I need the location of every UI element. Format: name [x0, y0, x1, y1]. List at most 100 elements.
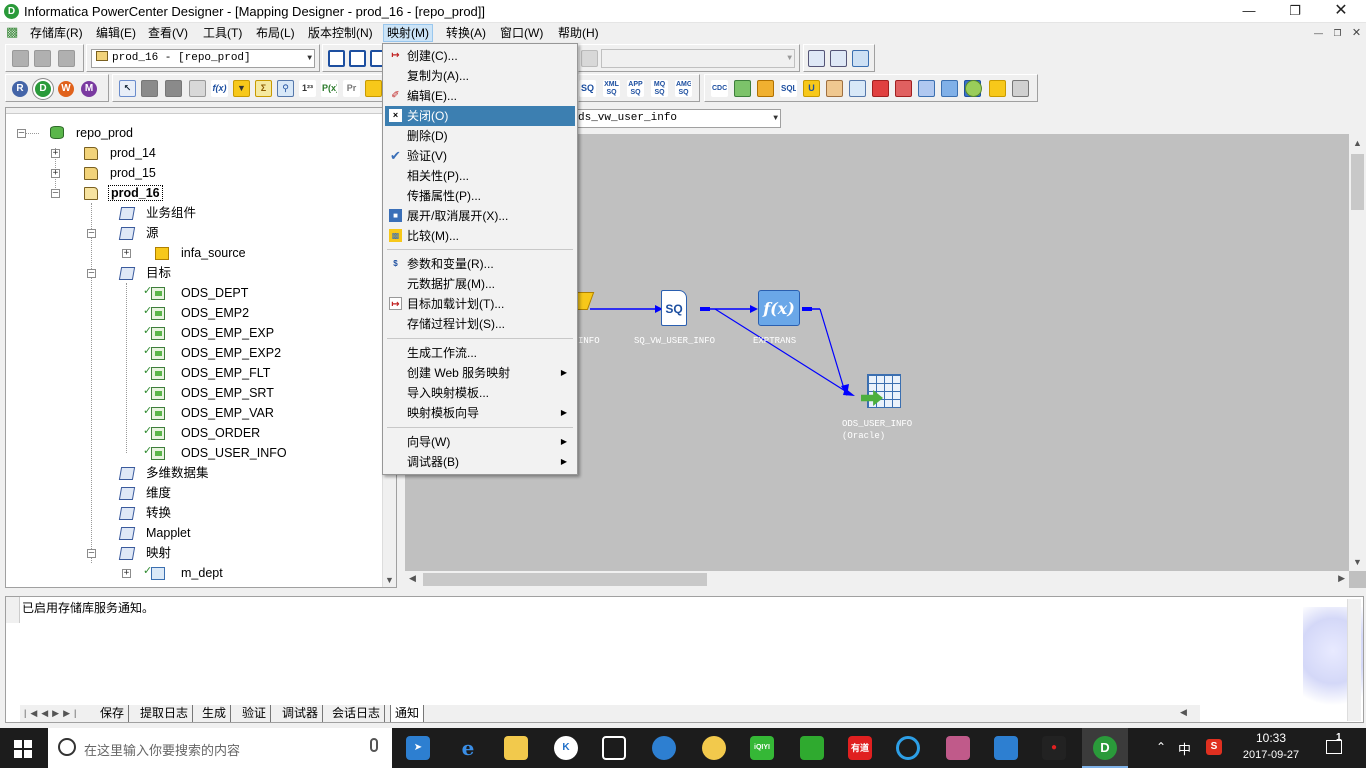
lookup-icon[interactable]: ⚲ — [277, 80, 294, 97]
menu-item-expand[interactable]: ■ 展开/取消展开(X)... — [385, 206, 575, 226]
expand-icon[interactable]: + — [122, 249, 131, 258]
close-window-button[interactable]: ✕ — [1318, 0, 1364, 23]
taskbar-active-app[interactable]: D — [1082, 728, 1128, 768]
clock-time[interactable]: 10:33 — [1240, 731, 1302, 745]
app-q-icon[interactable] — [896, 736, 920, 760]
app-feishu-icon[interactable]: ➤ — [406, 736, 430, 760]
scroll-left-icon[interactable]: ◀ — [1180, 707, 1187, 718]
menu-view[interactable]: 查看(V) — [145, 24, 191, 42]
menu-item-parameters[interactable]: $ 参数和变量(R)... — [385, 254, 575, 274]
expression-node-icon[interactable]: f(x) — [758, 290, 800, 326]
custom-transform-icon[interactable] — [757, 80, 774, 97]
menu-item-delete[interactable]: 删除(D) — [385, 126, 575, 146]
mapping-combo[interactable]: ds_vw_user_info ▼ — [575, 109, 781, 128]
toggle-full-screen-icon[interactable] — [852, 50, 869, 67]
folder-combo[interactable]: prod_16 - [repo_prod] ▼ — [91, 49, 315, 68]
router-icon[interactable] — [365, 80, 382, 97]
scroll-right-icon[interactable]: ▶ — [1338, 573, 1345, 584]
expand-icon[interactable]: + — [51, 149, 60, 158]
collapse-icon[interactable]: – — [17, 129, 26, 138]
menu-item-generate-workflow[interactable]: 生成工作流... — [385, 343, 575, 363]
scroll-thumb[interactable] — [423, 573, 707, 586]
http-transform-icon[interactable] — [989, 80, 1006, 97]
data-masking-icon[interactable] — [965, 80, 982, 97]
scroll-left-icon[interactable]: ◀ — [409, 573, 416, 584]
sql-transform-icon[interactable]: SQL — [780, 80, 797, 97]
app-db-icon[interactable] — [946, 736, 970, 760]
mdi-close-button[interactable]: ✕ — [1349, 26, 1364, 40]
tab-session-log[interactable]: 会话日志 — [328, 705, 386, 722]
app-green-icon[interactable] — [800, 736, 824, 760]
menu-repository[interactable]: 存储库(R) — [27, 24, 86, 42]
sorter-icon[interactable] — [826, 80, 843, 97]
menu-mapping[interactable]: 映射(M) — [383, 24, 433, 42]
xml-generator-icon[interactable] — [941, 80, 958, 97]
mdi-minimize-button[interactable]: — — [1311, 26, 1326, 40]
workflow-manager-icon[interactable]: W — [58, 81, 74, 97]
amg-source-qualifier-icon[interactable]: AMG SQ — [675, 80, 692, 97]
transaction-control-icon[interactable] — [895, 80, 912, 97]
store-icon[interactable] — [602, 736, 626, 760]
aggregator-icon[interactable]: Σ — [255, 80, 272, 97]
arrange-icon[interactable] — [808, 50, 825, 67]
normalizer-icon[interactable]: Pr — [343, 80, 360, 97]
expand-icon[interactable]: + — [122, 569, 131, 578]
output-vscrollbar[interactable] — [1347, 599, 1361, 721]
output-toggle-icon[interactable] — [349, 50, 366, 67]
designer-icon[interactable]: D — [35, 81, 51, 97]
youdao-icon[interactable]: 有道 — [848, 736, 872, 760]
tray-chevron-icon[interactable]: ⌃ — [1156, 740, 1166, 754]
collapse-icon[interactable]: – — [51, 189, 60, 198]
arrange-iconic-icon[interactable] — [830, 50, 847, 67]
menu-item-compare[interactable]: ▩ 比较(M)... — [385, 226, 575, 246]
tab-notify[interactable]: 通知 — [390, 705, 425, 722]
menu-edit[interactable]: 编辑(E) — [93, 24, 139, 42]
menu-item-create-web-service[interactable]: 创建 Web 服务映射 ▶ — [385, 363, 575, 383]
zoom-combo[interactable]: ▼ — [601, 49, 795, 68]
menu-item-stored-procedure-plan[interactable]: 存储过程计划(S)... — [385, 314, 575, 334]
menu-item-wizard[interactable]: 向导(W) ▶ — [385, 432, 575, 452]
tab-debugger[interactable]: 调试器 — [278, 705, 324, 722]
sequence-icon[interactable]: 1²³ — [299, 80, 316, 97]
edge-browser-icon[interactable]: e — [456, 736, 480, 760]
tab-save[interactable]: 保存 — [96, 705, 130, 722]
menu-item-create[interactable]: ↦ 创建(C)... — [385, 46, 575, 66]
file-explorer-icon[interactable] — [504, 736, 528, 760]
workflow-monitor-icon[interactable]: M — [81, 81, 97, 97]
qq-icon[interactable]: ● — [1042, 736, 1066, 760]
menu-version-control[interactable]: 版本控制(N) — [305, 24, 376, 42]
tab-fetch-log[interactable]: 提取日志 — [136, 705, 194, 722]
menu-item-dependencies[interactable]: 相关性(P)... — [385, 166, 575, 186]
menu-item-import-template[interactable]: 导入映射模板... — [385, 383, 575, 403]
tab-validate[interactable]: 验证 — [238, 705, 272, 722]
menu-item-template-wizard[interactable]: 映射模板向导 ▶ — [385, 403, 575, 423]
menu-item-metadata-extensions[interactable]: 元数据扩展(M)... — [385, 274, 575, 294]
ime-indicator[interactable]: 中 — [1178, 739, 1191, 758]
output-grip[interactable] — [6, 597, 20, 623]
zoom-icon[interactable] — [581, 50, 598, 67]
disconnect-icon[interactable] — [34, 50, 51, 67]
mdi-restore-button[interactable]: ❐ — [1330, 26, 1345, 40]
expand-icon[interactable]: + — [51, 169, 60, 178]
microphone-icon[interactable] — [370, 738, 378, 752]
source-qualifier-icon[interactable]: SQ — [579, 80, 596, 97]
scroll-up-icon[interactable]: ▲ — [1353, 138, 1362, 148]
tab-generate[interactable]: 生成 — [198, 705, 232, 722]
app-bird-icon[interactable] — [652, 736, 676, 760]
taskbar-search[interactable]: 在这里输入你要搜索的内容 — [48, 728, 392, 768]
connect-icon[interactable] — [12, 50, 29, 67]
collapse-icon[interactable]: – — [87, 229, 96, 238]
collapse-icon[interactable]: – — [87, 269, 96, 278]
menu-item-close[interactable]: × 关闭(O) — [385, 106, 575, 126]
kugou-icon[interactable]: K — [554, 736, 578, 760]
menu-window[interactable]: 窗口(W) — [497, 24, 546, 42]
tab-nav-arrows[interactable]: |◀◀▶▶| — [20, 705, 92, 722]
menu-item-debugger[interactable]: 调试器(B) ▶ — [385, 452, 575, 472]
union-icon[interactable]: U — [803, 80, 820, 97]
menu-layout[interactable]: 布局(L) — [253, 24, 298, 42]
windows-start-icon[interactable] — [14, 740, 32, 758]
navigator-toggle-icon[interactable] — [328, 50, 345, 67]
scroll-down-icon[interactable]: ▼ — [385, 575, 394, 585]
source-qualifier-node-icon[interactable]: SQ — [661, 290, 687, 326]
workspace-vscrollbar[interactable]: ▲ ▼ — [1349, 134, 1366, 571]
